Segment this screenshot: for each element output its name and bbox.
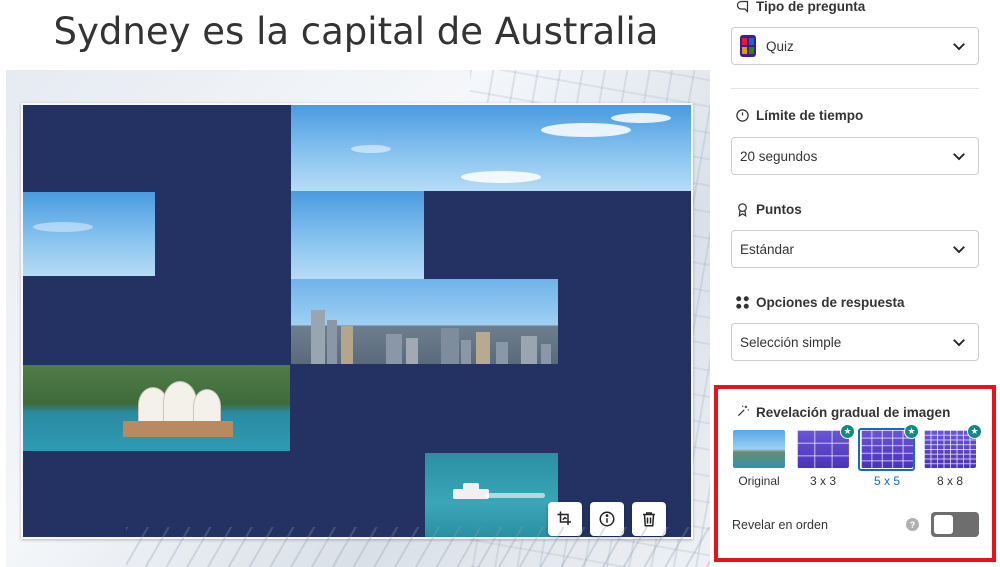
info-icon bbox=[599, 511, 615, 527]
clock-icon bbox=[734, 107, 750, 123]
reveal-option-caption: Original bbox=[738, 474, 780, 488]
question-editor: Sydney es la capital de Australia Tipo d… bbox=[0, 0, 1000, 567]
magic-wand-icon bbox=[736, 404, 750, 421]
question-type-select[interactable]: Quiz bbox=[731, 27, 979, 65]
star-icon: ★ bbox=[840, 424, 855, 439]
chevron-down-icon bbox=[953, 246, 965, 254]
help-icon[interactable]: ? bbox=[906, 518, 919, 531]
toggle-knob bbox=[934, 515, 953, 534]
divider bbox=[731, 88, 979, 89]
answer-options-label: Opciones de respuesta bbox=[734, 294, 905, 310]
points-value: Estándar bbox=[740, 241, 795, 257]
question-canvas bbox=[6, 70, 710, 567]
time-limit-value: 20 segundos bbox=[740, 148, 818, 164]
answer-options-label-text: Opciones de respuesta bbox=[756, 294, 905, 310]
reveal-option-original[interactable]: Original bbox=[731, 430, 787, 488]
chevron-down-icon bbox=[953, 153, 965, 161]
revealed-tile bbox=[291, 105, 691, 191]
reveal-option-3x3[interactable]: ★ 3 x 3 bbox=[795, 424, 855, 488]
points-select[interactable]: Estándar bbox=[731, 230, 979, 268]
points-label-text: Puntos bbox=[756, 201, 802, 217]
reveal-in-order-label: Revelar en orden bbox=[732, 518, 828, 532]
award-icon bbox=[734, 201, 750, 217]
quiz-icon bbox=[740, 35, 756, 57]
image-reveal-label-text: Revelación gradual de imagen bbox=[756, 405, 951, 420]
question-type-value: Quiz bbox=[766, 38, 794, 54]
question-type-label-text: Tipo de pregunta bbox=[756, 0, 866, 14]
trash-icon bbox=[643, 512, 655, 527]
grid-5x5-thumbnail: ★ bbox=[861, 424, 919, 468]
chevron-down-icon bbox=[953, 339, 965, 347]
revealed-tile bbox=[425, 453, 558, 537]
revealed-tile bbox=[23, 192, 155, 276]
time-limit-select[interactable]: 20 segundos bbox=[731, 137, 979, 175]
revealed-tile bbox=[23, 365, 290, 451]
image-reveal-label: Revelación gradual de imagen bbox=[736, 404, 950, 421]
reveal-option-caption: 3 x 3 bbox=[809, 474, 836, 488]
time-limit-label: Límite de tiempo bbox=[734, 107, 863, 123]
question-title[interactable]: Sydney es la capital de Australia bbox=[0, 10, 712, 53]
revealed-tile bbox=[291, 191, 424, 279]
original-thumbnail bbox=[733, 430, 785, 468]
image-info-button[interactable] bbox=[590, 502, 624, 536]
revealed-tile bbox=[291, 279, 558, 364]
points-label: Puntos bbox=[734, 201, 802, 217]
star-icon: ★ bbox=[967, 424, 982, 439]
grid-3x3-thumbnail: ★ bbox=[797, 424, 855, 468]
grid-8x8-thumbnail: ★ bbox=[924, 424, 982, 468]
reveal-option-caption: 5 x 5 bbox=[873, 474, 900, 488]
reveal-option-8x8[interactable]: ★ 8 x 8 bbox=[922, 424, 982, 488]
reveal-option-5x5[interactable]: ★ 5 x 5 bbox=[859, 424, 919, 488]
crop-button[interactable] bbox=[548, 502, 582, 536]
star-icon: ★ bbox=[904, 424, 919, 439]
delete-image-button[interactable] bbox=[632, 502, 666, 536]
reveal-option-caption: 8 x 8 bbox=[936, 474, 963, 488]
reveal-in-order-toggle[interactable] bbox=[931, 512, 979, 537]
crop-icon bbox=[557, 511, 571, 525]
grid-dots-icon bbox=[734, 294, 750, 310]
time-limit-label-text: Límite de tiempo bbox=[756, 107, 864, 123]
question-type-icon bbox=[734, 0, 750, 14]
chevron-down-icon bbox=[953, 43, 965, 51]
answer-options-value: Selección simple bbox=[740, 334, 842, 350]
question-type-label: Tipo de pregunta bbox=[734, 0, 865, 14]
answer-options-select[interactable]: Selección simple bbox=[731, 323, 979, 361]
question-image[interactable] bbox=[23, 105, 691, 537]
